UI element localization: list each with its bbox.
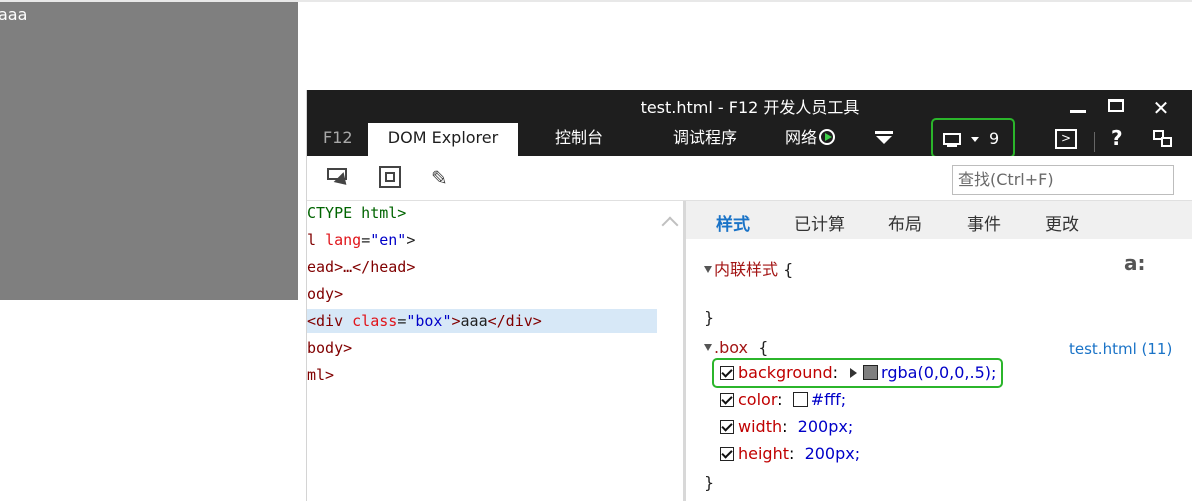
html-close-tag: ml> <box>307 366 335 384</box>
class-attr: class <box>352 312 398 330</box>
prop-color[interactable]: color: #fff; <box>720 389 846 411</box>
titlebar-divider <box>1094 132 1095 152</box>
expand-triangle-icon[interactable] <box>850 368 858 378</box>
prop-background[interactable]: background: rgba(0,0,0,.5); <box>720 362 996 384</box>
doctype-text: CTYPE html> <box>307 204 407 222</box>
prop-height[interactable]: height: 200px; <box>720 443 860 465</box>
minimize-button[interactable] <box>1062 96 1092 120</box>
dom-toolbar: ✎ 查找(Ctrl+F) <box>307 156 1192 201</box>
div-text: aaa <box>460 312 488 330</box>
checkbox-icon[interactable] <box>720 420 734 434</box>
div-close-tag: </div> <box>487 312 542 330</box>
console-prompt-icon[interactable]: > <box>1055 129 1077 149</box>
box-text: aaa <box>0 5 28 24</box>
prop-value[interactable]: #fff; <box>811 390 846 409</box>
pseudo-state-icon[interactable]: a: <box>1124 251 1146 275</box>
open-brace: { <box>758 338 769 357</box>
devtools-window: test.html - F12 开发人员工具 ✕ F12 DOM Explore… <box>306 90 1192 501</box>
close-icon: ✕ <box>1152 96 1170 120</box>
lang-value: "en" <box>370 231 407 249</box>
close-button[interactable]: ✕ <box>1146 96 1176 120</box>
select-element-icon[interactable] <box>327 166 352 190</box>
dom-line-body[interactable]: ody> <box>307 282 657 306</box>
tag-gt: > <box>451 312 461 330</box>
page-box-element: aaa <box>0 2 298 300</box>
dom-line-head[interactable]: ead>…</head> <box>307 255 657 279</box>
body-close-tag: body> <box>307 339 353 357</box>
styles-subtabs: 样式 已计算 布局 事件 更改 <box>686 201 1192 239</box>
maximize-button[interactable] <box>1102 96 1132 120</box>
undock-icon[interactable] <box>1153 130 1173 148</box>
dom-line-doctype[interactable]: CTYPE html> <box>307 201 657 225</box>
chevron-up-icon[interactable] <box>661 216 679 234</box>
dom-tree-pane: CTYPE html> l lang="en"> ead>…</head> od… <box>307 201 683 501</box>
box-selector: .box <box>714 338 749 357</box>
tab-console[interactable]: 控制台 <box>555 123 603 156</box>
lang-attr: lang <box>325 231 362 249</box>
dom-line-body-close[interactable]: body> <box>307 336 657 360</box>
prop-width[interactable]: width: 200px; <box>720 416 853 438</box>
color-picker-icon[interactable]: ✎ <box>431 166 455 190</box>
prop-name: height <box>738 444 789 463</box>
tab-network-label: 网络 <box>785 128 818 147</box>
search-input[interactable]: 查找(Ctrl+F) <box>952 165 1174 195</box>
collapse-triangle-icon[interactable] <box>704 266 712 273</box>
monitor-stand <box>947 145 957 147</box>
open-brace: { <box>783 260 794 279</box>
class-value: "box" <box>406 312 452 330</box>
tab-debugger[interactable]: 调试程序 <box>673 123 737 156</box>
attr-eq: = <box>361 231 371 249</box>
tab-styles[interactable]: 样式 <box>716 210 750 235</box>
tab-layout[interactable]: 布局 <box>888 210 922 235</box>
emulation-button[interactable]: 9 <box>931 118 1015 158</box>
help-icon[interactable]: ? <box>1111 126 1123 150</box>
color-swatch[interactable] <box>792 392 808 407</box>
prop-value[interactable]: rgba(0,0,0,.5); <box>881 363 996 382</box>
more-tabs-icon[interactable] <box>875 131 893 147</box>
html-tag: l <box>307 231 326 249</box>
tab-dom-explorer[interactable]: DOM Explorer <box>368 123 518 156</box>
inline-style-label: 内联样式 <box>714 260 779 279</box>
source-link[interactable]: test.html (11) <box>1069 340 1172 358</box>
dom-scrollbar[interactable] <box>657 201 683 501</box>
emulation-count: 9 <box>989 129 1000 148</box>
head-tag: ead>…</head> <box>307 258 416 276</box>
inline-style-rule[interactable]: 内联样式 { <box>704 256 793 280</box>
box-model-icon[interactable] <box>379 166 403 190</box>
box-close-brace: } <box>704 473 715 492</box>
body-tag: ody> <box>307 285 344 303</box>
prop-name: color <box>738 390 778 409</box>
devtools-titlebar: test.html - F12 开发人员工具 ✕ F12 DOM Explore… <box>307 90 1192 158</box>
color-swatch[interactable] <box>863 365 879 380</box>
checkbox-icon[interactable] <box>720 447 734 461</box>
monitor-icon <box>943 133 961 145</box>
tab-events[interactable]: 事件 <box>967 210 1001 235</box>
dom-line-html-close[interactable]: ml> <box>307 363 657 387</box>
styles-pane: 样式 已计算 布局 事件 更改 内联样式 { a: } .box { test.… <box>686 201 1192 501</box>
prop-name: width <box>738 417 783 436</box>
prop-value[interactable]: 200px; <box>805 444 861 463</box>
collapse-triangle-icon[interactable] <box>704 344 712 351</box>
tab-f12[interactable]: F12 <box>323 123 353 156</box>
tag-end: > <box>406 231 416 249</box>
window-title: test.html - F12 开发人员工具 <box>640 98 860 117</box>
tab-computed[interactable]: 已计算 <box>794 210 845 235</box>
maximize-icon <box>1108 99 1124 112</box>
tab-network[interactable]: 网络 <box>785 123 836 156</box>
dom-line-div-selected[interactable]: <div class="box">aaa</div> <box>307 309 657 333</box>
checkbox-icon[interactable] <box>720 393 734 407</box>
checkbox-icon[interactable] <box>720 366 734 380</box>
play-icon <box>819 129 836 145</box>
box-style-rule[interactable]: .box { <box>704 338 768 357</box>
dom-line-html[interactable]: l lang="en"> <box>307 228 657 252</box>
tab-changes[interactable]: 更改 <box>1045 210 1079 235</box>
minimize-icon <box>1070 110 1086 113</box>
prop-value[interactable]: 200px; <box>798 417 854 436</box>
inline-close-brace: } <box>704 308 715 327</box>
attr-eq: = <box>397 312 407 330</box>
div-open-tag: <div <box>307 312 353 330</box>
prop-name: background <box>738 363 833 382</box>
chevron-down-icon <box>971 137 979 142</box>
